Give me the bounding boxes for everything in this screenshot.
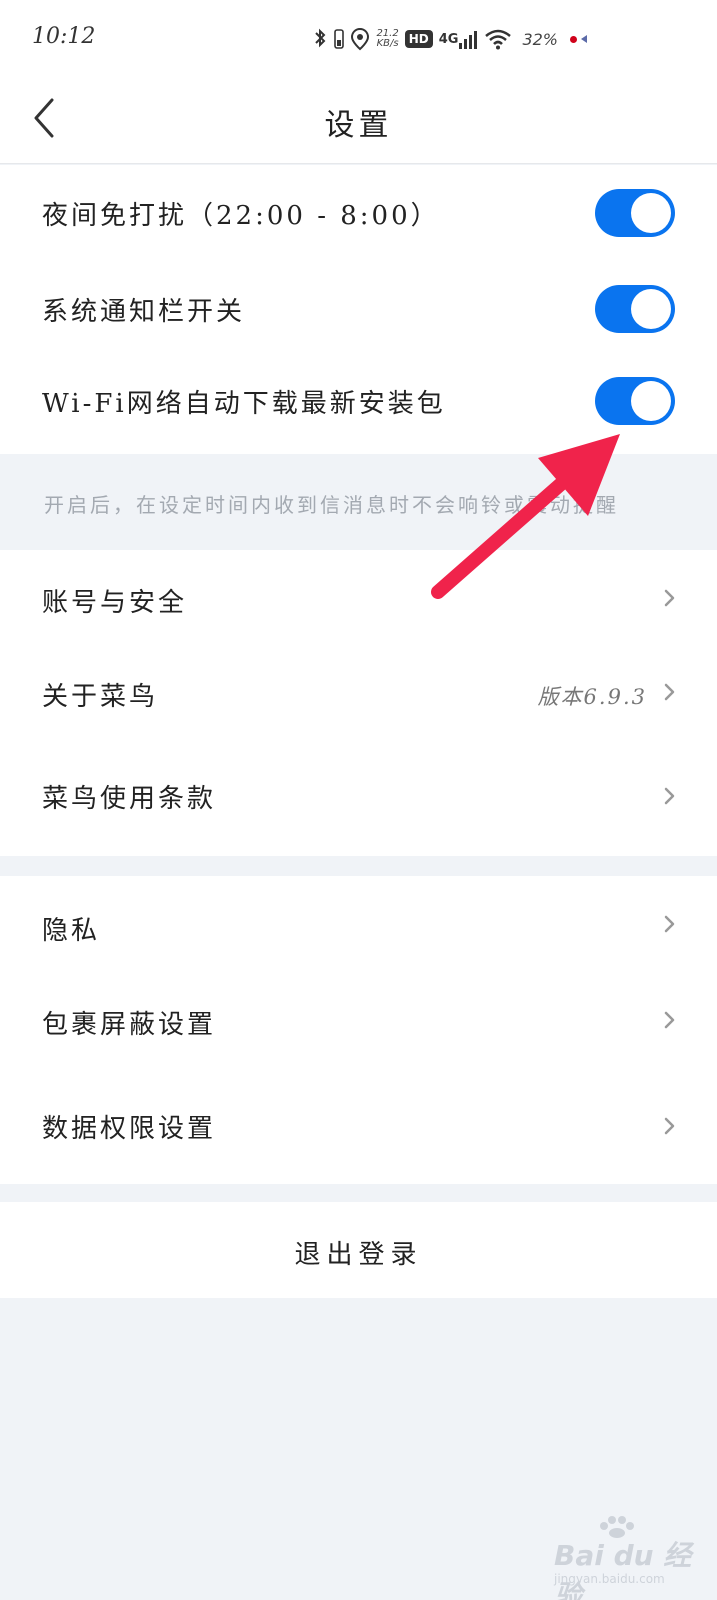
list-item-about[interactable]: 关于菜鸟 版本6.9.3 (0, 646, 717, 742)
chevron-right-icon (664, 915, 675, 933)
about-label: 关于菜鸟 (42, 682, 159, 712)
wifi-icon (484, 28, 512, 50)
account-section: 账号与安全 关于菜鸟 版本6.9.3 菜鸟使用条款 (0, 550, 717, 856)
baidu-watermark: Bai du 经验 jingyan.baidu.com (548, 1516, 698, 1600)
wifi-download-toggle[interactable] (595, 377, 675, 425)
list-item-package-block[interactable]: 包裹屏蔽设置 (0, 972, 717, 1068)
location-icon (350, 27, 370, 51)
chevron-right-icon (664, 1117, 675, 1135)
night-mode-label: 夜间免打扰（22:00 - 8:00） (42, 201, 440, 231)
terms-label: 菜鸟使用条款 (42, 784, 217, 814)
signal-icon: 4G (439, 28, 479, 50)
toggle-knob (631, 289, 671, 329)
list-item-terms[interactable]: 菜鸟使用条款 (0, 742, 717, 856)
logout-label: 退出登录 (294, 1240, 423, 1270)
logout-button[interactable]: 退出登录 (0, 1202, 717, 1298)
chevron-right-icon (664, 683, 675, 701)
network-speed-unit: KB/s (376, 38, 399, 49)
toggle-row-system-notification: 系统通知栏开关 (0, 261, 717, 357)
status-bar: 10:12 21.2 KB/s HD 4G 32% (0, 0, 717, 80)
battery-level: 32% (522, 29, 558, 49)
system-notification-toggle[interactable] (595, 285, 675, 333)
watermark-main: Bai du 经验 (554, 1539, 692, 1600)
night-mode-toggle[interactable] (595, 189, 675, 237)
version-text: 版本6.9.3 (537, 685, 647, 709)
notification-dots (570, 35, 587, 43)
watermark-sub: jingyan.baidu.com (554, 1572, 665, 1586)
list-item-data-permissions[interactable]: 数据权限设置 (0, 1068, 717, 1184)
bluetooth-icon (312, 27, 328, 51)
account-security-label: 账号与安全 (42, 588, 188, 618)
privacy-label: 隐私 (42, 916, 101, 946)
privacy-section: 隐私 包裹屏蔽设置 数据权限设置 (0, 876, 717, 1184)
data-permissions-label: 数据权限设置 (42, 1114, 217, 1144)
hint-text: 开启后，在设定时间内收到信消息时不会响铃或震动提醒 (44, 493, 619, 517)
chevron-right-icon (664, 787, 675, 805)
logout-section: 退出登录 (0, 1202, 717, 1298)
toggle-knob (631, 193, 671, 233)
toggle-row-night-mode: 夜间免打扰（22:00 - 8:00） (0, 165, 717, 261)
notification-arrow-icon (581, 35, 587, 43)
toggle-row-wifi-download: Wi-Fi网络自动下载最新安装包 (0, 357, 717, 454)
system-notification-label: 系统通知栏开关 (42, 297, 246, 327)
hint-area: 开启后，在设定时间内收到信消息时不会响铃或震动提醒 (0, 454, 717, 550)
signal-label: 4G (438, 31, 459, 47)
list-item-account-security[interactable]: 账号与安全 (0, 550, 717, 646)
list-item-privacy[interactable]: 隐私 (0, 876, 717, 972)
toggle-knob (631, 381, 671, 421)
status-time: 10:12 (32, 24, 96, 49)
nav-bar: 设置 (0, 80, 717, 164)
battery-saver-icon (334, 27, 345, 51)
notification-settings-section: 夜间免打扰（22:00 - 8:00） 系统通知栏开关 Wi-Fi网络自动下载最… (0, 165, 717, 454)
wifi-download-label: Wi-Fi网络自动下载最新安装包 (42, 389, 446, 419)
network-speed: 21.2 KB/s (376, 29, 398, 49)
status-icons: 21.2 KB/s HD 4G 32% (312, 22, 587, 56)
page-title: 设置 (324, 108, 393, 143)
chevron-right-icon (664, 589, 675, 607)
hd-badge: HD (404, 30, 433, 48)
chevron-right-icon (664, 1011, 675, 1029)
notification-dot-icon (570, 35, 577, 43)
package-block-label: 包裹屏蔽设置 (42, 1010, 217, 1040)
